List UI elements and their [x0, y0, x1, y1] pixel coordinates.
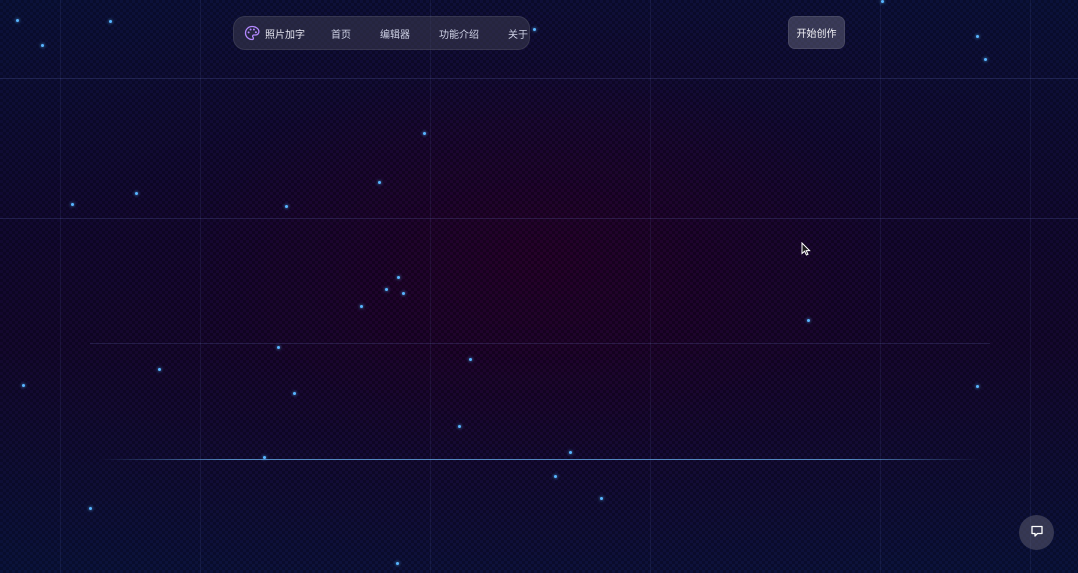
grid-line: [650, 0, 651, 573]
palette-icon: [244, 25, 260, 41]
star: [385, 288, 388, 291]
star: [881, 0, 884, 3]
star: [109, 20, 112, 23]
star: [158, 368, 161, 371]
star: [22, 384, 25, 387]
star: [976, 35, 979, 38]
star: [89, 507, 92, 510]
nav-link-about[interactable]: 关于: [508, 26, 528, 41]
star: [41, 44, 44, 47]
star: [263, 456, 266, 459]
grid-line: [880, 0, 881, 573]
brand-label: 照片加字: [265, 29, 305, 41]
star: [402, 292, 405, 295]
grid-line: [60, 0, 61, 573]
star: [600, 497, 603, 500]
star: [569, 451, 572, 454]
top-navbar: 照片加字 首页 编辑器 功能介绍 关于: [233, 16, 530, 50]
star: [976, 385, 979, 388]
star: [135, 192, 138, 195]
nav-link-editor[interactable]: 编辑器: [380, 26, 410, 41]
grid-line: [0, 218, 1078, 219]
grid-line: [1030, 0, 1031, 573]
star: [458, 425, 461, 428]
chat-bubble-icon: [1030, 523, 1044, 542]
star: [423, 132, 426, 135]
star: [469, 358, 472, 361]
star: [397, 276, 400, 279]
nav-link-home[interactable]: 首页: [331, 26, 351, 41]
background-vignette: [0, 0, 1078, 573]
mouse-pointer-icon: [801, 241, 811, 256]
star: [378, 181, 381, 184]
grid-line: [430, 0, 431, 573]
nav-link-features[interactable]: 功能介绍: [439, 26, 479, 41]
chat-button[interactable]: [1019, 515, 1054, 550]
background: [0, 0, 1078, 573]
star: [533, 28, 536, 31]
glow-line: [100, 459, 980, 460]
star: [984, 58, 987, 61]
star: [396, 562, 399, 565]
grid-line: [200, 0, 201, 573]
star: [277, 346, 280, 349]
start-creating-button[interactable]: 开始创作: [788, 16, 845, 49]
star: [71, 203, 74, 206]
grid-line: [90, 343, 990, 344]
brand[interactable]: 照片加字: [244, 25, 305, 41]
grid-line: [0, 78, 1078, 79]
star: [293, 392, 296, 395]
star: [360, 305, 363, 308]
star: [285, 205, 288, 208]
star: [807, 319, 810, 322]
star: [16, 19, 19, 22]
star: [554, 475, 557, 478]
